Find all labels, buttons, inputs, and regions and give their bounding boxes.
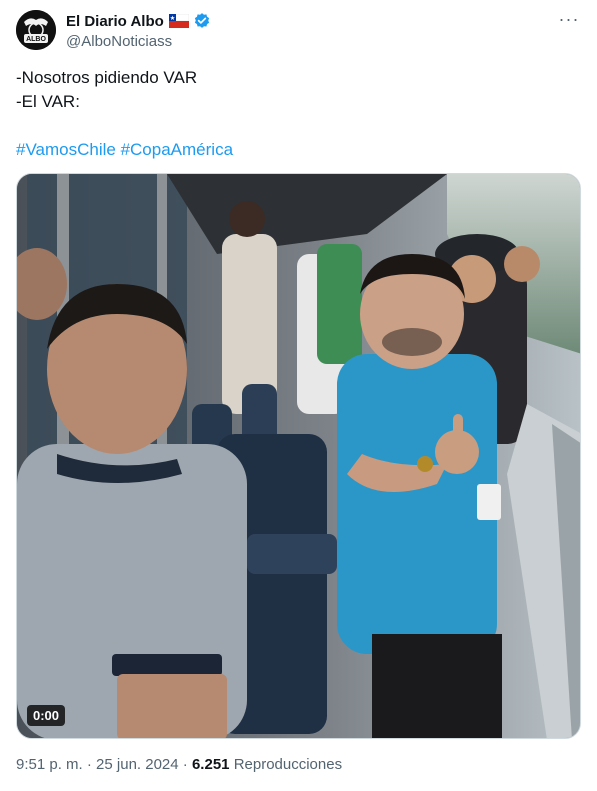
watch [417, 456, 433, 472]
views-count: 6.251 [191, 756, 230, 773]
sleeve-stripe [112, 654, 222, 676]
blue-shirt-person [337, 354, 497, 654]
tweet-date[interactable]: 25 jun. 2024 [96, 756, 179, 773]
beard [382, 328, 442, 356]
arm [117, 674, 227, 738]
tweet-text: -Nosotros pidiendo VAR -El VAR: #VamosCh… [16, 66, 576, 162]
avatar[interactable]: ALBO [16, 10, 56, 50]
dark-trousers [372, 634, 502, 738]
stadium-seat [247, 534, 337, 574]
verified-badge-icon [193, 12, 211, 30]
avatar-logo-icon: ALBO [16, 10, 56, 50]
video-frame [17, 174, 580, 738]
svg-text:ALBO: ALBO [26, 36, 46, 43]
tweet-header: ALBO El Diario Albo @AlboNoticiass ··· [16, 10, 581, 54]
accreditation-badge [477, 484, 501, 520]
display-name[interactable]: El Diario Albo [66, 13, 164, 30]
thumb [453, 414, 463, 444]
video-player[interactable]: 0:00 [16, 173, 581, 739]
tweet-line-2: -El VAR: [16, 92, 80, 111]
tweet-hashtags: #VamosChile #CopaAmérica [16, 138, 576, 162]
spectator-head [229, 201, 265, 237]
video-duration: 0:00 [27, 705, 66, 726]
hashtag-vamoschile-link[interactable]: #VamosChile [16, 140, 116, 159]
author-names: El Diario Albo @AlboNoticiass [66, 11, 211, 50]
views-label: Reproducciones [233, 756, 343, 773]
hashtag-copaamerica-link[interactable]: #CopaAmérica [121, 140, 233, 159]
chile-flag-icon [168, 13, 190, 28]
tweet-meta: 9:51 p. m. · 25 jun. 2024 · 6.251 Reprod… [16, 756, 342, 773]
spectator-head [504, 246, 540, 282]
more-options-button[interactable]: ··· [557, 10, 581, 34]
author-handle[interactable]: @AlboNoticiass [66, 33, 211, 50]
meta-separator: · [82, 756, 97, 773]
meta-separator: · [178, 756, 192, 773]
tweet-time[interactable]: 9:51 p. m. [16, 756, 83, 773]
spectator [317, 244, 362, 364]
tweet-line-1: -Nosotros pidiendo VAR [16, 68, 198, 87]
